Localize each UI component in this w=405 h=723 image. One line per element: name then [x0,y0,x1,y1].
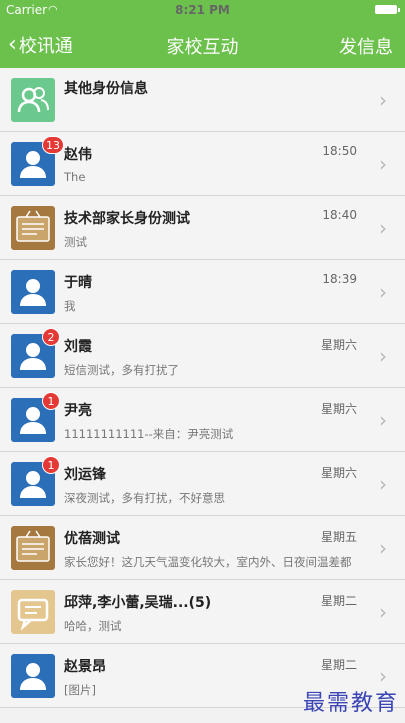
person-avatar-icon [11,654,55,698]
message-preview: 短信测试，多有打扰了 [64,363,179,377]
contact-name: 其他身份信息 [64,81,148,97]
message-time: 星期六 [320,402,357,416]
message-time: 星期五 [320,530,357,544]
group-avatar-icon [11,78,55,122]
chat-bubble-icon [11,590,55,634]
contact-name: 刘运锋 [64,467,106,483]
unread-badge: 2 [42,328,60,346]
unread-badge: 13 [42,136,64,154]
message-preview: 哈哈，测试 [64,619,122,633]
contact-name: 刘霞 [64,339,92,355]
conversation-list: 其他身份信息 › 13 赵伟 18:50 The › 技术部家长身份测试 18:40 测试 › 于晴 1… [0,68,405,708]
contact-name: 于晴 [64,275,92,291]
watermark: 最需教育 [302,691,399,716]
message-time: 18:50 [322,144,357,158]
chevron-right-icon: › [379,472,387,496]
message-preview: The [64,170,86,184]
conversation-row[interactable]: 优蓓测试 星期五家长您好！这几天气温变化较大，室内外、日夜间温差都 › [0,516,405,580]
contact-name: 尹亮 [64,403,92,419]
nav-bar: ‹ 校讯通 家校互动 发信息 [0,20,405,68]
conversation-row[interactable]: 1 尹亮 星期六 11111111111--来自：尹亮测试 › [0,388,405,452]
contact-name: 优蓓测试 [64,531,120,547]
conversation-row[interactable]: 13 赵伟 18:50 The › [0,132,405,196]
conversation-row[interactable]: 邱萍,李小蕾,吴瑞...(5) 星期二哈哈，测试 › [0,580,405,644]
message-preview: 我 [64,299,76,313]
message-time: 星期二 [320,658,357,672]
message-preview: 深夜测试，多有打扰，不好意思 [64,491,225,505]
message-preview: 测试 [64,235,87,249]
conversation-row[interactable]: 技术部家长身份测试 18:40 测试 › [0,196,405,260]
contact-name: 技术部家长身份测试 [64,211,190,227]
message-time: 18:40 [322,208,357,222]
contact-name: 赵伟 [64,147,92,163]
conversation-row[interactable]: 其他身份信息 › [0,68,405,132]
chevron-right-icon: › [379,408,387,432]
message-preview: 11111111111--来自：尹亮测试 [64,427,234,441]
message-preview: 家长您好！这几天气温变化较大，室内外、日夜间温差都 [64,555,352,569]
chevron-right-icon: › [379,152,387,176]
conversation-row[interactable]: 于晴 18:39 我 › [0,260,405,324]
chevron-right-icon: › [379,344,387,368]
unread-badge: 1 [42,392,60,410]
chevron-right-icon: › [379,88,387,112]
chevron-right-icon: › [379,536,387,560]
notice-board-icon [11,526,55,570]
person-avatar-icon [11,270,55,314]
message-time: 星期六 [320,466,357,480]
battery-icon [375,5,400,14]
conversation-row[interactable]: 1 刘运锋 星期六深夜测试，多有打扰，不好意思 › [0,452,405,516]
message-time: 星期二 [320,594,357,608]
chevron-right-icon: › [379,600,387,624]
conversation-row[interactable]: 2 刘霞 星期六短信测试，多有打扰了 › [0,324,405,388]
contact-name: 邱萍,李小蕾,吴瑞...(5) [64,595,212,611]
message-time: 星期六 [320,338,357,352]
status-bar: Carrier ◠ 8:21 PM [0,0,405,20]
status-time: 8:21 PM [175,3,230,17]
chevron-right-icon: › [379,216,387,240]
message-time: 18:39 [322,272,357,286]
unread-badge: 1 [42,456,60,474]
chevron-right-icon: › [379,280,387,304]
contact-name: 赵景昂 [64,659,106,675]
send-message-button[interactable]: 发信息 [339,33,393,59]
notice-board-icon [11,206,55,250]
